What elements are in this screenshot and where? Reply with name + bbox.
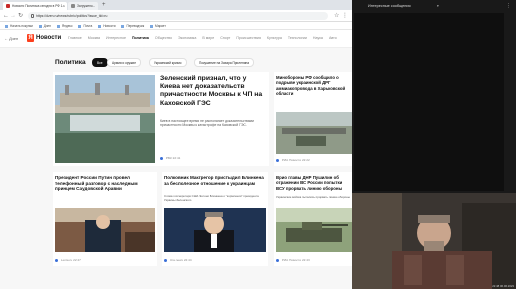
headline[interactable]: Президент России Путин провел телефонный… [55, 175, 155, 192]
screen: Новости Политика сегодня в РФ 1... × Заг… [0, 0, 516, 289]
rubric-nav: Главное Москва Интересное Политика Общес… [68, 36, 342, 40]
nav-item-interesting[interactable]: Интересное [106, 36, 126, 40]
source-label[interactable]: РИА Новости 22:43 [276, 258, 310, 262]
back-arrow-icon[interactable]: ← [3, 12, 9, 20]
nav-item-economy[interactable]: Экономика [178, 36, 196, 40]
source-name: РИА Новости [281, 258, 302, 262]
bookmark-item[interactable]: Дзен [39, 22, 51, 29]
menu-icon[interactable]: ⋮ [342, 12, 348, 20]
clock-text: 22:48 06.06.2023 [492, 284, 514, 288]
annotation: Украинские войска пытались прорвать лини… [276, 195, 350, 199]
messages-panel: Интересные сообщения ▾ ⋮ [352, 0, 516, 193]
timestamp: 22:41 [172, 156, 181, 160]
news-content: Политика Все Армия и оружие Украинский к… [0, 48, 352, 289]
timestamp: 22:47 [73, 258, 81, 262]
source-name: Ura.news [169, 258, 183, 262]
new-tab-plus-icon[interactable]: + [102, 2, 106, 9]
site-favicon-icon [71, 4, 75, 8]
yandex-logo-icon[interactable]: Я [27, 34, 34, 42]
headline[interactable]: Зеленский признал, что у Киева нет доказ… [160, 75, 264, 108]
close-icon[interactable]: × [63, 2, 65, 10]
nav-item-culture[interactable]: Культура [267, 36, 282, 40]
nav-item-main[interactable]: Главное [68, 36, 82, 40]
nav-item-auto[interactable]: Авто [329, 36, 337, 40]
star-icon[interactable]: ☆ [334, 12, 339, 20]
nav-item-politics[interactable]: Политика [132, 36, 149, 40]
source-name: Lenta.ru [60, 258, 73, 262]
browser-toolbar: ← → ↻ https://dzen.ru/news/rubric/politi… [0, 10, 352, 22]
timestamp: 22:43 [301, 258, 310, 262]
back-to-dzen-link[interactable]: ← Дзен [4, 36, 18, 41]
bookmark-item[interactable]: Яндекс [57, 22, 73, 29]
headline[interactable]: Полковник Макгрегор пристыдил Блинкена з… [164, 175, 266, 186]
filter-chip[interactable]: Покушение на Захара Прилепина [194, 58, 255, 67]
news-card-main[interactable]: Зеленский признал, что у Киева нет доказ… [53, 72, 269, 166]
news-card[interactable]: Врио главы ДНР Пушилин об отражении ВС Р… [274, 172, 352, 266]
lock-icon [31, 14, 34, 18]
messages-body [354, 13, 504, 191]
annotation: Слова госсекретаря США Энтони Блинкена о… [164, 194, 259, 202]
timestamp: 22:22 [301, 158, 310, 162]
site-favicon-icon [6, 4, 10, 8]
webcam-person-image [352, 193, 516, 289]
panel-title: Интересные сообщения [368, 4, 411, 8]
news-card[interactable]: Минобороны РФ сообщило о подрыве украинс… [274, 72, 352, 166]
bookmark-item[interactable]: Маркет [150, 22, 166, 29]
bookmark-item[interactable]: Переводчик [121, 22, 144, 29]
site-header: ← Дзен Я Новости Главное Москва Интересн… [0, 30, 352, 48]
source-name: РБК [165, 156, 172, 160]
more-icon[interactable]: ⋮ [506, 3, 511, 9]
putin-photo [55, 208, 155, 252]
reload-icon[interactable]: ↻ [18, 12, 23, 20]
nav-item-incidents[interactable]: Происшествия [236, 36, 261, 40]
filter-chip[interactable]: Армия и оружие [107, 58, 141, 67]
browser-tab[interactable]: Загружено... [68, 2, 98, 10]
annotation: Киев в настоящее время не располагает до… [160, 119, 254, 128]
nav-item-society[interactable]: Общество [155, 36, 172, 40]
source-label[interactable]: РИА Новости 22:22 [276, 158, 310, 162]
url-text: https://dzen.ru/news/rubric/politics?iss… [36, 14, 108, 18]
webcam-feed: 22:48 06.06.2023 [352, 193, 516, 289]
source-label[interactable]: РБК 22:41 [160, 156, 181, 160]
source-label[interactable]: Lenta.ru 22:47 [55, 258, 81, 262]
news-card[interactable]: Полковник Макгрегор пристыдил Блинкена з… [162, 172, 268, 266]
forward-arrow-icon[interactable]: → [10, 12, 16, 20]
nav-item-moscow[interactable]: Москва [88, 36, 100, 40]
nav-item-sport[interactable]: Спорт [220, 36, 230, 40]
filter-chip-all[interactable]: Все [92, 58, 108, 67]
tab-label: Загружено... [77, 4, 96, 8]
filter-chip[interactable]: Украинский кризис [149, 58, 187, 67]
browser-tab-active[interactable]: Новости Политика сегодня в РФ 1... × [3, 2, 67, 10]
headline[interactable]: Минобороны РФ сообщило о подрыве украинс… [276, 75, 352, 97]
source-name: РИА Новости [281, 158, 302, 162]
pipeline-photo [276, 112, 352, 154]
url-bar[interactable]: https://dzen.ru/news/rubric/politics?iss… [28, 12, 328, 20]
site-logo-text[interactable]: Новости [36, 35, 61, 42]
source-label[interactable]: Ura.news 22:44 [164, 258, 192, 262]
news-card[interactable]: Президент России Путин провел телефонный… [53, 172, 157, 266]
browser-tabbar: Новости Политика сегодня в РФ 1... × Заг… [0, 0, 352, 10]
bookmark-item[interactable]: Почта [78, 22, 92, 29]
bookmark-item[interactable]: Новости [98, 22, 115, 29]
tank-photo [276, 208, 352, 252]
nav-item-tech[interactable]: Технологии [288, 36, 307, 40]
bookmark-item[interactable]: Начать покупки [5, 22, 33, 29]
nav-item-science[interactable]: Наука [313, 36, 323, 40]
dam-photo [55, 75, 155, 163]
headline[interactable]: Врио главы ДНР Пушилин об отражении ВС Р… [276, 175, 352, 191]
tab-label: Новости Политика сегодня в РФ 1... [12, 4, 66, 8]
section-title: Политика [55, 59, 86, 66]
chevron-down-icon[interactable]: ▾ [437, 4, 439, 8]
bookmarks-bar: Начать покупки Дзен Яндекс Почта Новости… [0, 22, 352, 30]
blinken-photo [164, 208, 266, 252]
nav-item-world[interactable]: В мире [202, 36, 214, 40]
timestamp: 22:44 [183, 258, 192, 262]
